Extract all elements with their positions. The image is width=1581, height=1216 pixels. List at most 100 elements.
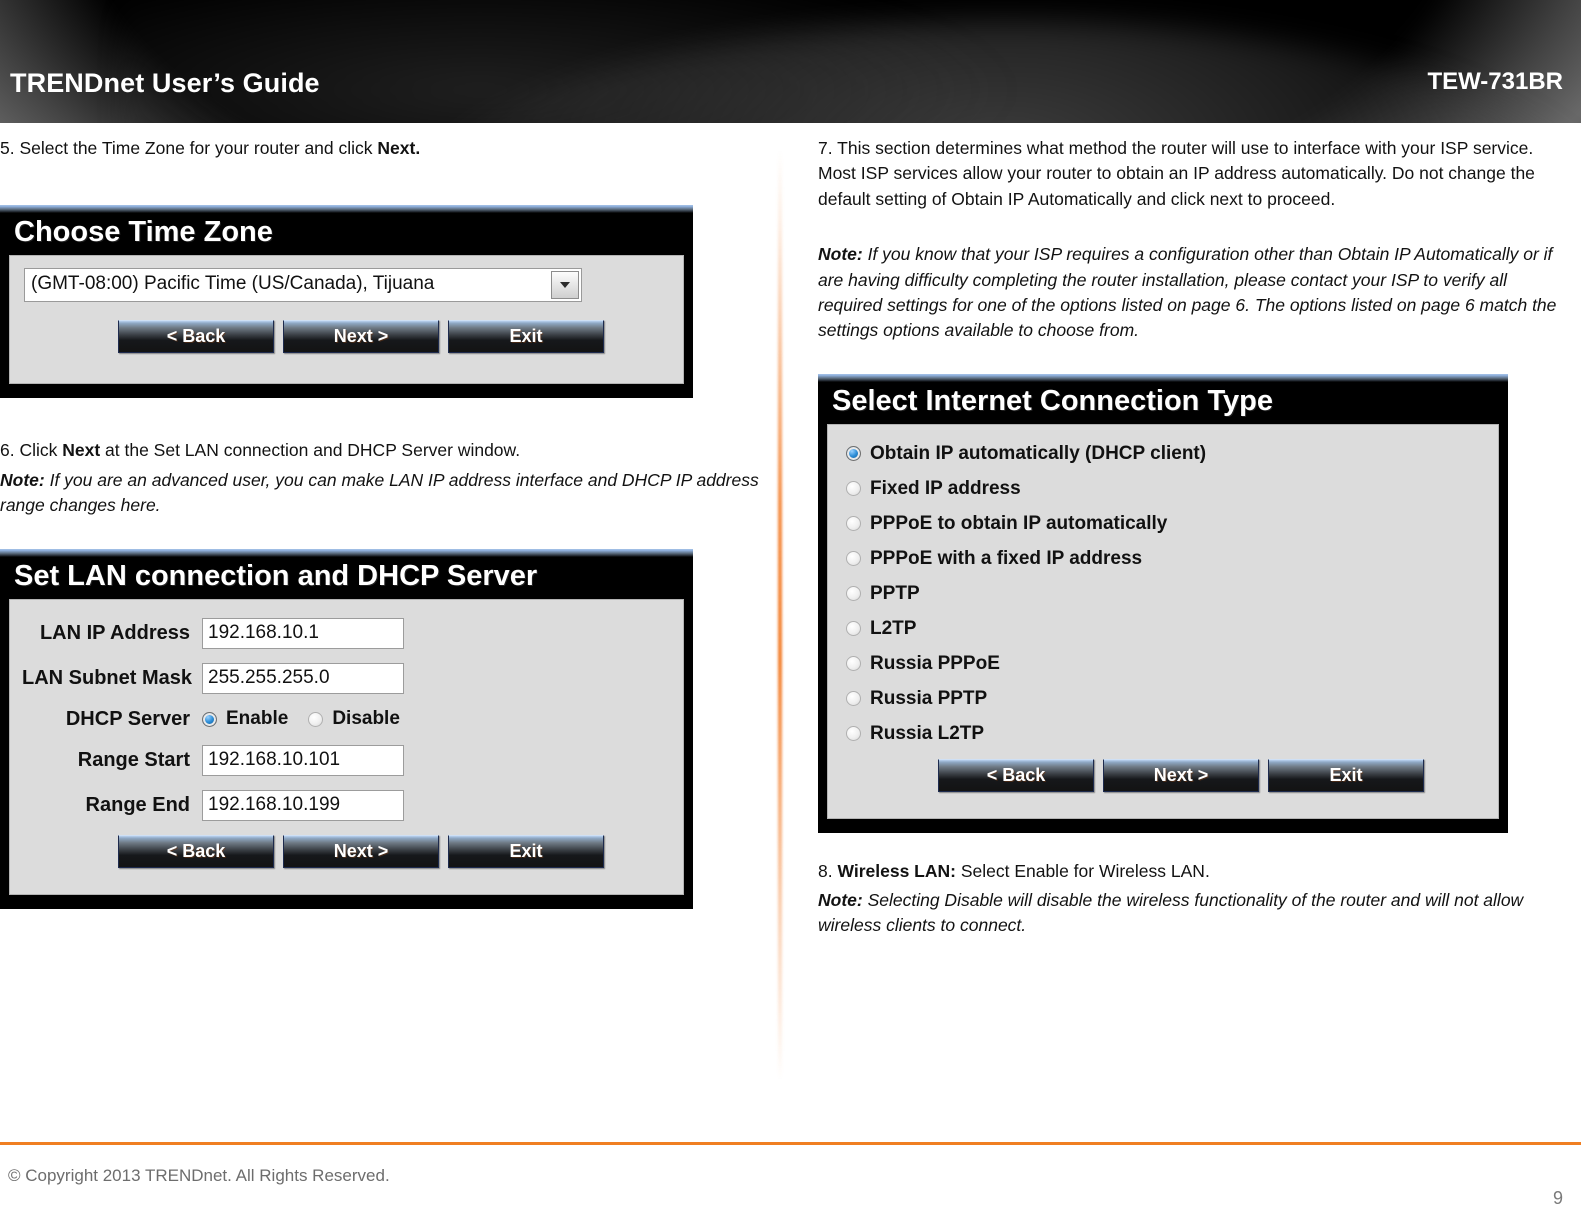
radio-unselected-icon[interactable]: [846, 551, 861, 567]
wan-option-label: Fixed IP address: [870, 477, 1021, 499]
timezone-exit-button[interactable]: Exit: [448, 320, 604, 354]
step-6-prefix: 6. Click: [0, 440, 63, 461]
step-6-bold: Next: [62, 440, 101, 461]
product-model-label: TEW-731BR: [1427, 68, 1563, 95]
lan-exit-button[interactable]: Exit: [448, 834, 604, 868]
lan-back-button[interactable]: < Back: [118, 834, 274, 868]
left-column: 5. Select the Time Zone for your router …: [0, 136, 760, 909]
radio-unselected-icon[interactable]: [846, 691, 861, 707]
step-7-text: 7. This section determines what method t…: [818, 138, 1535, 209]
dialog-bottom-bar: [0, 384, 693, 399]
lan-ip-address-label: LAN IP Address: [39, 621, 190, 644]
lan-ip-address-row: LAN IP Address 192.168.10.1: [22, 617, 671, 649]
select-internet-connection-type-title: Select Internet Connection Type: [832, 384, 1273, 417]
wan-back-button[interactable]: < Back: [938, 758, 1094, 792]
radio-selected-icon[interactable]: [846, 446, 861, 462]
wan-option-label: L2TP: [870, 617, 917, 639]
wan-option-label: PPPoE to obtain IP automatically: [870, 512, 1168, 534]
footer-divider: [0, 1142, 1581, 1145]
dialog-top-strip: [818, 373, 1508, 382]
right-column: 7. This section determines what method t…: [818, 136, 1568, 943]
dhcp-disable-option[interactable]: Disable: [308, 708, 400, 730]
timezone-next-button[interactable]: Next >: [283, 320, 439, 354]
choose-time-zone-title: Choose Time Zone: [14, 216, 273, 249]
dhcp-server-label: DHCP Server: [65, 707, 190, 730]
dialog-bottom-bar: [0, 894, 693, 909]
step-5-prefix: 5. Select the Time Zone for your router …: [0, 138, 378, 158]
wan-option-label: Russia L2TP: [870, 722, 985, 744]
wan-option-label: PPPoE with a fixed IP address: [870, 547, 1143, 569]
radio-unselected-icon[interactable]: [846, 621, 861, 637]
dhcp-enable-option[interactable]: Enable: [202, 708, 288, 730]
wan-option-russia-pppoe[interactable]: Russia PPPoE: [846, 653, 1486, 675]
select-internet-connection-type-dialog: Select Internet Connection Type Obtain I…: [818, 373, 1508, 833]
wan-option-fixed-ip[interactable]: Fixed IP address: [846, 478, 1486, 500]
step-6-note-text: If you are an advanced user, you can mak…: [0, 469, 759, 516]
radio-unselected-icon[interactable]: [846, 516, 861, 532]
wan-option-l2tp[interactable]: L2TP: [846, 618, 1486, 640]
dialog-top-strip: [0, 205, 693, 214]
dhcp-server-row: DHCP Server Enable Disable: [22, 708, 671, 731]
step-8-note: Note: Selecting Disable will disable the…: [818, 888, 1568, 939]
timezone-selected-value: (GMT-08:00) Pacific Time (US/Canada), Ti…: [31, 273, 435, 295]
step-8-prefix: 8.: [818, 860, 838, 881]
column-divider: [778, 150, 782, 1080]
wan-option-dhcp-client[interactable]: Obtain IP automatically (DHCP client): [846, 443, 1486, 465]
radio-unselected-icon[interactable]: [846, 656, 861, 672]
wan-option-pppoe-auto[interactable]: PPPoE to obtain IP automatically: [846, 513, 1486, 535]
page-header: TRENDnet User’s Guide TEW-731BR: [0, 0, 1581, 123]
range-end-label: Range End: [85, 793, 190, 816]
select-internet-connection-type-body: Obtain IP automatically (DHCP client) Fi…: [827, 423, 1499, 819]
dhcp-disable-label: Disable: [332, 708, 400, 729]
range-start-input[interactable]: 192.168.10.101: [202, 744, 404, 776]
range-start-row: Range Start 192.168.10.101: [22, 744, 671, 776]
lan-subnet-mask-input[interactable]: 255.255.255.0: [202, 662, 404, 694]
wan-next-button[interactable]: Next >: [1103, 758, 1259, 792]
lan-next-button[interactable]: Next >: [283, 834, 439, 868]
choose-time-zone-dialog: Choose Time Zone (GMT-08:00) Pacific Tim…: [0, 205, 693, 399]
step-8-note-text: Selecting Disable will disable the wirel…: [818, 890, 1524, 936]
step-8-bold: Wireless LAN:: [837, 860, 956, 881]
lan-subnet-mask-row: LAN Subnet Mask 255.255.255.0: [22, 662, 671, 694]
set-lan-dhcp-dialog: Set LAN connection and DHCP Server LAN I…: [0, 548, 693, 909]
range-end-input[interactable]: 192.168.10.199: [202, 789, 404, 821]
header-glow-graphic: [120, 0, 1020, 123]
page-number: 9: [1552, 1188, 1563, 1208]
wan-exit-button[interactable]: Exit: [1268, 758, 1424, 792]
timezone-select[interactable]: (GMT-08:00) Pacific Time (US/Canada), Ti…: [24, 268, 582, 303]
wan-option-russia-pptp[interactable]: Russia PPTP: [846, 688, 1486, 710]
radio-unselected-icon[interactable]: [846, 586, 861, 602]
lan-subnet-mask-label: LAN Subnet Mask: [22, 666, 193, 689]
step-7-note-label: Note:: [818, 244, 863, 265]
wan-button-row: < Back Next > Exit: [938, 758, 1486, 792]
wan-option-russia-l2tp[interactable]: Russia L2TP: [846, 723, 1486, 745]
radio-unselected-icon[interactable]: [846, 481, 861, 497]
lan-ip-address-input[interactable]: 192.168.10.1: [202, 617, 404, 649]
step-7-note: Note: If you know that your ISP requires…: [818, 242, 1568, 344]
radio-unselected-icon[interactable]: [308, 711, 324, 727]
lan-button-row: < Back Next > Exit: [118, 834, 671, 868]
step-6-note: Note: If you are an advanced user, you c…: [0, 468, 760, 519]
timezone-button-row: < Back Next > Exit: [118, 320, 671, 354]
chevron-down-icon[interactable]: [551, 271, 579, 300]
step-6-suffix: at the Set LAN connection and DHCP Serve…: [100, 440, 521, 461]
choose-time-zone-body: (GMT-08:00) Pacific Time (US/Canada), Ti…: [9, 255, 684, 385]
copyright-text: © Copyright 2013 TRENDnet. All Rights Re…: [8, 1166, 390, 1185]
set-lan-dhcp-body: LAN IP Address 192.168.10.1 LAN Subnet M…: [9, 598, 684, 895]
wan-option-pptp[interactable]: PPTP: [846, 583, 1486, 605]
dialog-bottom-bar: [818, 818, 1508, 833]
step-7-note-text: If you know that your ISP requires a con…: [818, 244, 1557, 341]
wan-option-label: Obtain IP automatically (DHCP client): [870, 442, 1207, 464]
wan-option-label: PPTP: [870, 582, 920, 604]
step-5-text: 5. Select the Time Zone for your router …: [0, 136, 760, 161]
set-lan-dhcp-title: Set LAN connection and DHCP Server: [14, 559, 538, 592]
radio-selected-icon[interactable]: [202, 711, 217, 727]
step-5-bold: Next.: [377, 138, 421, 158]
wan-option-pppoe-fixed[interactable]: PPPoE with a fixed IP address: [846, 548, 1486, 570]
step-8-text: 8. Wireless LAN: Select Enable for Wirel…: [818, 859, 1568, 884]
timezone-back-button[interactable]: < Back: [118, 320, 274, 354]
dhcp-server-radio-group: Enable Disable: [202, 708, 420, 730]
step-6-note-label: Note:: [0, 469, 45, 490]
page-title: TRENDnet User’s Guide: [10, 68, 320, 98]
radio-unselected-icon[interactable]: [846, 726, 861, 742]
